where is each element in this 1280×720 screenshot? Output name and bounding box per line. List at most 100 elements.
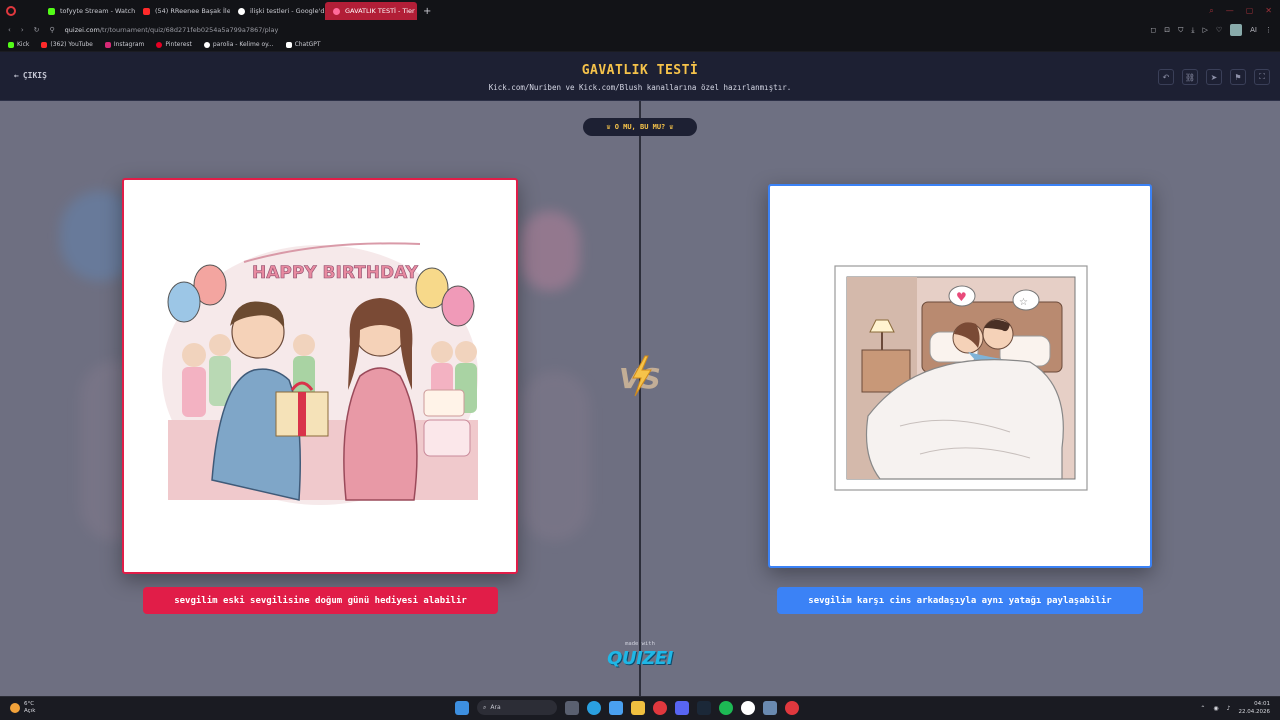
taskbar: 6°C Açık ⌕ Ara ⌃ ◉ ♪ 04:01 22.04.2026 — [0, 696, 1280, 720]
reload-icon[interactable]: ↻ — [34, 26, 40, 34]
round-pill: ♛ O MU, BU MU? ♛ — [583, 118, 697, 136]
menu-icon[interactable]: ⋮ — [1265, 26, 1272, 34]
maximize-button[interactable]: ▢ — [1246, 6, 1254, 16]
heart-icon[interactable]: ♡ — [1216, 26, 1222, 34]
weather-condition: Açık — [24, 708, 36, 714]
back-icon[interactable]: ‹ — [8, 26, 11, 34]
right-choice-label[interactable]: sevgilim karşı cins arkadaşıyla aynı yat… — [777, 587, 1143, 614]
link-icon[interactable]: ⛓ — [1182, 69, 1198, 85]
birthday-illustration: HAPPY BIRTHDAY — [162, 242, 478, 505]
address-input[interactable]: quizei.com/tr/tournament/quiz/68d271feb0… — [65, 26, 279, 34]
left-choice-card[interactable]: HAPPY BIRTHDAY — [122, 178, 518, 574]
bookmark-pinterest[interactable]: Pinterest — [156, 41, 192, 48]
close-button[interactable]: ✕ — [1265, 6, 1272, 16]
tab-kick[interactable]: tofyyte Stream - Watch Li — [40, 2, 135, 20]
globe-icon — [203, 41, 210, 48]
opera-icon[interactable] — [653, 700, 667, 715]
tab-youtube[interactable]: (54) RReenee Başak İle G — [135, 2, 230, 20]
bookmark-label: (362) YouTube — [50, 41, 93, 48]
bookmark-kick[interactable]: Kick — [8, 41, 29, 48]
youtube-icon — [143, 7, 150, 15]
wifi-icon[interactable]: ◉ — [1213, 705, 1218, 712]
browser-menu[interactable] — [0, 6, 40, 16]
address-bar-row: ‹ › ↻ ⚲ quizei.com/tr/tournament/quiz/68… — [0, 22, 1280, 38]
bookmark-icon[interactable]: ◻ — [1150, 26, 1156, 34]
kick-icon — [8, 41, 14, 48]
taskbar-search[interactable]: ⌕ Ara — [477, 700, 557, 715]
page-title: GAVATLIK TESTİ — [581, 63, 699, 78]
quizei-icon — [333, 7, 340, 15]
opera-logo-icon[interactable] — [6, 6, 16, 16]
heart-thought-icon: ♥ — [956, 290, 967, 304]
bookmark-label: parolia - Kelime oy... — [212, 41, 274, 48]
browser-tab-bar: tofyyte Stream - Watch Li (54) RReenee B… — [0, 0, 1280, 22]
youtube-icon — [41, 41, 48, 48]
chatgpt-icon — [285, 41, 292, 48]
folder-icon[interactable] — [631, 700, 645, 715]
kick-icon — [48, 7, 55, 15]
taskbar-apps: ⌕ Ara — [455, 700, 799, 715]
site-info-icon[interactable]: ⚲ — [50, 26, 55, 34]
bookmarks-bar: Kick (362) YouTube Instagram Pinterest p… — [0, 38, 1280, 51]
undo-icon[interactable]: ↶ — [1158, 69, 1174, 85]
new-tab-button[interactable]: + — [417, 6, 437, 17]
tab-label: tofyyte Stream - Watch Li — [60, 7, 135, 15]
forward-icon[interactable]: › — [21, 26, 24, 34]
download-icon[interactable]: ⤓ — [1191, 26, 1194, 35]
crown-icon: ♛ — [669, 123, 674, 131]
google-icon — [238, 7, 245, 15]
weather-widget[interactable]: 6°C Açık — [10, 701, 35, 715]
spotify-icon[interactable] — [719, 700, 733, 715]
xbox-icon[interactable] — [741, 700, 755, 715]
shield-icon[interactable]: ⛉ — [1178, 26, 1183, 35]
quizei-logo[interactable]: QUIZEI — [600, 648, 680, 669]
search-tabs-icon[interactable]: ⌕ — [1209, 6, 1213, 16]
left-choice-label[interactable]: sevgilim eski sevgilisine doğum günü hed… — [143, 587, 498, 614]
opera-gx-icon[interactable] — [785, 700, 799, 715]
bookmark-label: Instagram — [113, 41, 145, 48]
sun-icon — [10, 703, 20, 713]
right-choice-card[interactable]: ♥ ☆ — [768, 184, 1152, 568]
crown-icon: ♛ — [606, 123, 611, 131]
share-icon[interactable]: ➤ — [1206, 69, 1222, 85]
fullscreen-icon[interactable]: ⛶ — [1254, 69, 1270, 85]
tab-google[interactable]: ilişki testleri - Google'da A — [230, 2, 325, 20]
happy-birthday-banner: HAPPY BIRTHDAY — [252, 263, 419, 283]
bed-illustration: ♥ ☆ — [834, 265, 1088, 491]
bookmark-instagram[interactable]: Instagram — [104, 41, 145, 48]
blurred-figure-decoration — [520, 371, 590, 541]
aria-ai-button[interactable]: AI — [1250, 26, 1257, 34]
made-with-text: made with — [625, 641, 655, 647]
task-view-icon[interactable] — [565, 700, 579, 715]
steam-icon[interactable] — [697, 700, 711, 715]
minimize-button[interactable]: — — [1226, 6, 1234, 16]
app-icon[interactable] — [763, 700, 777, 715]
window-controls: ⌕ — ▢ ✕ — [1209, 6, 1280, 16]
bookmark-chatgpt[interactable]: ChatGPT — [285, 41, 321, 48]
tab-active-quiz[interactable]: GAVATLIK TESTİ - Tier Lis — [325, 2, 417, 20]
chevron-up-icon[interactable]: ⌃ — [1200, 705, 1205, 712]
page-subtitle: Kick.com/Nuriben ve Kick.com/Blush kanal… — [488, 83, 792, 92]
bookmark-label: ChatGPT — [294, 41, 321, 48]
bookmark-youtube[interactable]: (362) YouTube — [41, 41, 93, 48]
system-tray: ⌃ ◉ ♪ 04:01 22.04.2026 — [1200, 700, 1270, 716]
bookmark-parolia[interactable]: parolia - Kelime oy... — [203, 41, 274, 48]
camera-icon[interactable]: ⊡ — [1164, 26, 1170, 34]
store-icon[interactable] — [609, 700, 623, 715]
center-divider — [639, 101, 641, 696]
search-icon: ⌕ — [483, 703, 487, 711]
clock-date: 22.04.2026 — [1238, 709, 1271, 715]
volume-icon[interactable]: ♪ — [1227, 705, 1231, 712]
url-path: /tr/tournament/quiz/68d271feb0254a5a799a… — [99, 26, 279, 34]
weather-temp: 6°C — [24, 701, 35, 707]
start-icon[interactable] — [455, 700, 469, 715]
clock[interactable]: 04:01 22.04.2026 — [1239, 700, 1271, 716]
discord-icon[interactable] — [675, 700, 689, 715]
quiz-page: ← ÇIKIŞ GAVATLIK TESTİ Kick.com/Nuriben … — [0, 52, 1280, 696]
flag-icon[interactable]: ⚑ — [1230, 69, 1246, 85]
tab-label: ilişki testleri - Google'da A — [250, 7, 325, 15]
profile-avatar[interactable] — [1230, 24, 1243, 36]
header-actions: ↶ ⛓ ➤ ⚑ ⛶ — [1158, 69, 1270, 85]
play-icon[interactable]: ▷ — [1202, 26, 1207, 34]
edge-icon[interactable] — [587, 700, 601, 715]
